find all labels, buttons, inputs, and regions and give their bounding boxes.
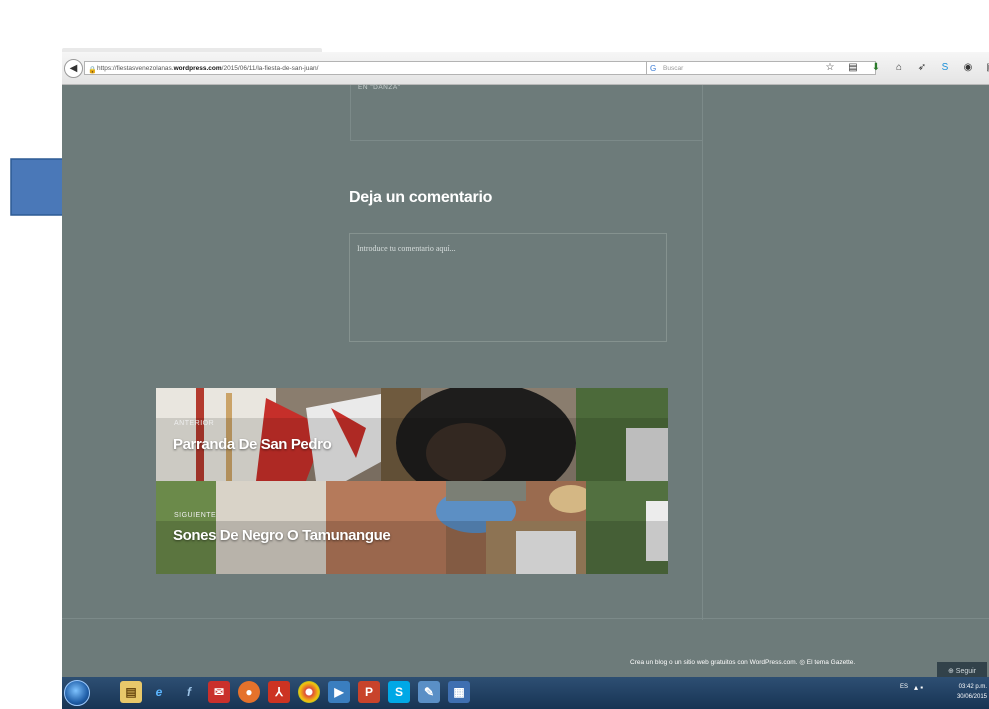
comment-textarea[interactable]: Introduce tu comentario aquí... bbox=[349, 233, 667, 342]
document-icon[interactable]: ▦ bbox=[448, 681, 470, 703]
column-divider-left bbox=[350, 85, 351, 140]
system-clock[interactable]: 03:42 p.m. 30/06/2015 bbox=[942, 682, 987, 702]
skype-taskbar-icon[interactable]: S bbox=[388, 681, 410, 703]
url-domain: wordpress.com bbox=[173, 65, 222, 72]
download-icon[interactable]: ⬇ bbox=[870, 61, 882, 74]
next-label: SIGUIENTE bbox=[174, 512, 217, 519]
windows-start-icon[interactable] bbox=[64, 680, 90, 706]
browser-navbar: ◀ 🔒 https://fiestasvenezolanas.wordpress… bbox=[62, 52, 989, 85]
extension-icon[interactable]: ▣ bbox=[985, 61, 989, 74]
back-button[interactable]: ◀ bbox=[64, 59, 83, 78]
comment-placeholder: Introduce tu comentario aquí... bbox=[357, 244, 456, 253]
pdf-icon[interactable]: ⅄ bbox=[268, 681, 290, 703]
ie-icon[interactable]: e bbox=[148, 681, 170, 703]
url-prefix: https://fiestasvenezolanas. bbox=[97, 65, 174, 72]
footer-credit[interactable]: Crea un blog o un sitio web gratuitos co… bbox=[630, 658, 855, 666]
next-post-card[interactable]: SIGUIENTE Sones De Negro O Tamunangue bbox=[156, 481, 668, 574]
url-bar[interactable]: 🔒 https://fiestasvenezolanas.wordpress.c… bbox=[84, 61, 656, 75]
tray-icons[interactable]: ▴ ▪ bbox=[914, 683, 923, 692]
firefox-icon[interactable]: ● bbox=[238, 681, 260, 703]
script-icon[interactable]: f bbox=[178, 681, 200, 703]
next-post-title[interactable]: Sones De Negro O Tamunangue bbox=[173, 527, 391, 544]
page-content: EN "DANZA" Deja un comentario Introduce … bbox=[62, 84, 989, 682]
url-path: /2015/06/11/la-fiesta-de-san-juan/ bbox=[221, 65, 319, 72]
toolbar-icons: ☆ ▤ ⬇ ⌂ ➶ S ◉ ▣ ≡ bbox=[824, 61, 989, 74]
explorer-icon[interactable]: ▤ bbox=[120, 681, 142, 703]
mail-icon[interactable]: ✉ bbox=[208, 681, 230, 703]
follow-label: Seguir bbox=[955, 668, 977, 675]
media-icon[interactable]: ▶ bbox=[328, 681, 350, 703]
previous-post-title[interactable]: Parranda De San Pedro bbox=[173, 436, 332, 453]
comment-heading: Deja un comentario bbox=[349, 189, 493, 206]
send-icon[interactable]: ➶ bbox=[916, 61, 928, 74]
previous-post-image bbox=[156, 388, 668, 481]
paint-icon[interactable]: ✎ bbox=[418, 681, 440, 703]
previous-post-card[interactable]: ANTERIOR Parranda De San Pedro bbox=[156, 388, 668, 481]
footer-divider bbox=[62, 618, 989, 619]
clock-time: 03:42 p.m. bbox=[958, 684, 987, 690]
skype-icon[interactable]: S bbox=[939, 61, 951, 74]
column-divider-right bbox=[702, 85, 703, 620]
previous-label: ANTERIOR bbox=[174, 420, 215, 427]
language-indicator[interactable]: ES bbox=[900, 684, 908, 690]
powerpoint-icon[interactable]: P bbox=[358, 681, 380, 703]
star-icon[interactable]: ☆ bbox=[824, 61, 836, 74]
separator-line bbox=[350, 140, 702, 141]
search-placeholder: Buscar bbox=[663, 65, 684, 72]
lock-icon: 🔒 bbox=[88, 67, 97, 74]
home-icon[interactable]: ⌂ bbox=[893, 61, 905, 74]
clock-date: 30/06/2015 bbox=[956, 694, 987, 700]
category-label[interactable]: EN "DANZA" bbox=[358, 84, 400, 91]
clipboard-icon[interactable]: ▤ bbox=[847, 61, 859, 74]
search-icon: G bbox=[650, 64, 657, 73]
back-icon: ◀ bbox=[69, 63, 78, 74]
pocket-icon[interactable]: ◉ bbox=[962, 61, 974, 74]
chrome-icon[interactable] bbox=[298, 681, 320, 703]
window-top-area bbox=[0, 0, 989, 52]
windows-taskbar: ▤ e f ✉ ● ⅄ ▶ P S ✎ ▦ ES ▴ ▪ 03:42 p.m. … bbox=[62, 677, 989, 709]
